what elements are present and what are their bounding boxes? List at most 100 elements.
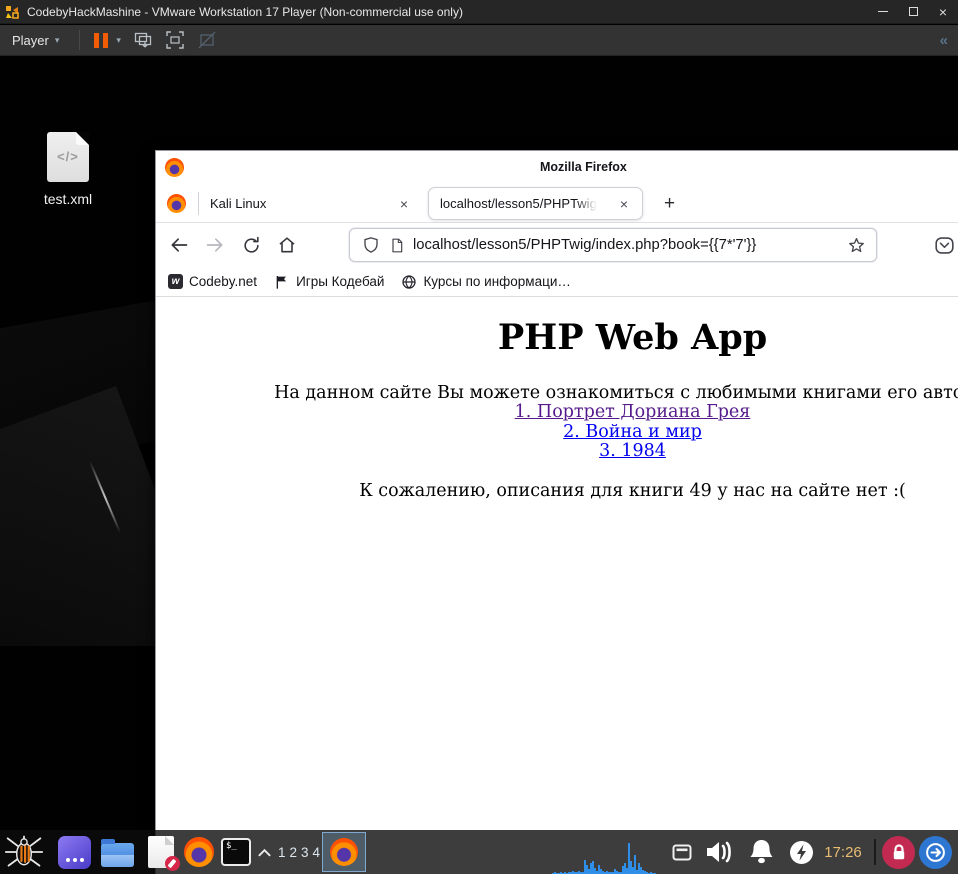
page-intro-text: На данном сайте Вы можете ознакомиться с… (274, 383, 958, 403)
arrow-right-circle-icon (926, 843, 945, 862)
desktop-icon-test-xml[interactable]: </> test.xml (28, 132, 108, 207)
url-bar[interactable] (349, 228, 877, 262)
workspace-4[interactable]: 4 (313, 845, 321, 860)
display-tray-icon[interactable] (670, 841, 694, 863)
toolbar-divider (79, 30, 81, 50)
minimize-icon (878, 11, 888, 12)
tray-divider (874, 839, 876, 865)
vmware-player-icon (6, 5, 19, 19)
firefox-launcher-button[interactable] (183, 837, 215, 867)
app-launcher-button[interactable] (55, 834, 93, 870)
notifications-tray-button[interactable] (742, 837, 780, 867)
ctrl-alt-del-icon (134, 32, 152, 48)
firefox-window: Mozilla Firefox Kali Linux × localhost/l… (155, 150, 958, 874)
pocket-icon (934, 236, 954, 254)
page-info-icon[interactable] (389, 237, 405, 254)
firefox-view-button[interactable] (167, 194, 186, 213)
tab-close-button[interactable]: × (392, 184, 416, 223)
desktop-icon-label: test.xml (43, 191, 93, 207)
pencil-badge-icon (165, 856, 180, 871)
book-link-3[interactable]: 3. 1984 (156, 441, 958, 461)
chevron-up-icon (257, 848, 271, 856)
tab-separator (198, 192, 199, 215)
folder-icon (100, 839, 134, 867)
workspace-pager[interactable]: 1 2 3 4 (276, 830, 322, 874)
bookmark-star-icon[interactable] (847, 236, 866, 255)
text-editor-icon (148, 836, 180, 871)
purple-app-icon (57, 835, 91, 869)
vm-maximize-button[interactable] (898, 0, 928, 23)
unity-mode-icon (198, 31, 216, 49)
suspend-vm-button[interactable] (94, 32, 109, 48)
home-icon (279, 237, 295, 253)
maximize-icon (908, 7, 918, 16)
forward-button-disabled (202, 232, 228, 258)
page-title: PHP Web App (497, 317, 768, 358)
book-link-2[interactable]: 2. Война и мир (156, 422, 958, 442)
workspace-2[interactable]: 2 (289, 845, 297, 860)
firefox-logo-icon (165, 158, 184, 177)
firefox-logo-icon (184, 837, 214, 867)
new-tab-button[interactable]: + (656, 190, 683, 217)
tracking-protection-shield-icon[interactable] (362, 236, 380, 254)
logout-button[interactable] (919, 836, 952, 869)
bookmark-label: Codeby.net (189, 274, 258, 289)
tab-close-button[interactable]: × (612, 188, 636, 219)
flag-icon (276, 275, 287, 289)
bookmark-games[interactable]: Игры Кодебай (274, 274, 384, 290)
firefox-titlebar[interactable]: Mozilla Firefox (156, 151, 958, 184)
file-manager-button[interactable] (98, 836, 136, 870)
firefox-window-title: Mozilla Firefox (540, 160, 627, 174)
globe-icon (402, 274, 417, 289)
taskbar: $_ 1 2 3 4 17:26 (0, 830, 958, 874)
bookmark-codeby[interactable]: w Codeby.net (168, 274, 257, 289)
padlock-icon (893, 844, 904, 860)
fullscreen-button[interactable] (160, 28, 190, 52)
text-editor-button[interactable] (142, 834, 180, 871)
bookmark-label: Игры Кодебай (296, 274, 385, 289)
back-button[interactable] (166, 232, 192, 258)
workspace-1[interactable]: 1 (278, 845, 286, 860)
vm-close-button[interactable]: × (928, 0, 958, 23)
suspend-dropdown-caret-icon[interactable]: ▾ (116, 35, 121, 46)
launcher-expand-button[interactable] (256, 844, 272, 860)
lock-screen-button[interactable] (882, 836, 915, 869)
fullscreen-icon (166, 31, 184, 49)
vmware-toolbar: Player ▾ ▾ « (0, 25, 958, 56)
bookmark-courses[interactable]: Курсы по информаци… (401, 274, 571, 290)
firefox-window-task-button[interactable] (322, 832, 366, 872)
tab-bar: Kali Linux × localhost/lesson5/PHPTwig/i… (156, 184, 958, 223)
chevron-down-icon: ▾ (54, 34, 60, 45)
home-button[interactable] (274, 232, 300, 258)
terminal-launcher-button[interactable]: $_ (219, 837, 253, 867)
player-menu-label: Player (12, 32, 49, 48)
player-menu-button[interactable]: Player ▾ (0, 25, 71, 55)
bookmarks-toolbar: w Codeby.net Игры Кодебай Курсы по инфор… (156, 267, 958, 297)
vm-window-title: CodebyHackMashine - VMware Workstation 1… (27, 4, 463, 19)
book-link-1[interactable]: 1. Портрет Дориана Грея (156, 402, 958, 422)
reload-icon (243, 236, 259, 253)
tab-localhost-active[interactable]: localhost/lesson5/PHPTwig/i × (428, 187, 643, 220)
clock[interactable]: 17:26 (816, 830, 870, 874)
vm-minimize-button[interactable] (868, 0, 898, 23)
toolbar-collapse-button[interactable]: « (940, 32, 948, 49)
workspace-3[interactable]: 3 (301, 845, 309, 860)
bookmark-label: Курсы по информаци… (423, 274, 571, 289)
screen-icon (672, 844, 692, 860)
power-manager-tray-button[interactable] (788, 840, 814, 865)
terminal-icon: $_ (221, 838, 251, 866)
volume-tray-button[interactable] (700, 837, 738, 867)
page-error-message: К сожалению, описания для книги 49 у нас… (359, 480, 906, 501)
reload-button[interactable] (238, 232, 264, 258)
navigation-bar (156, 223, 958, 267)
applications-menu-button[interactable] (0, 830, 48, 874)
tab-title-fade (576, 192, 602, 215)
net-graph (552, 830, 662, 874)
save-to-pocket-button[interactable] (932, 233, 956, 257)
url-input[interactable] (413, 237, 847, 253)
firefox-logo-icon (330, 838, 358, 866)
tab-kali-linux[interactable]: Kali Linux × (200, 184, 418, 223)
send-ctrl-alt-del-button[interactable] (128, 28, 158, 52)
web-page: PHP Web App На данном сайте Вы можете оз… (156, 297, 958, 501)
xml-file-icon: </> (47, 132, 89, 182)
